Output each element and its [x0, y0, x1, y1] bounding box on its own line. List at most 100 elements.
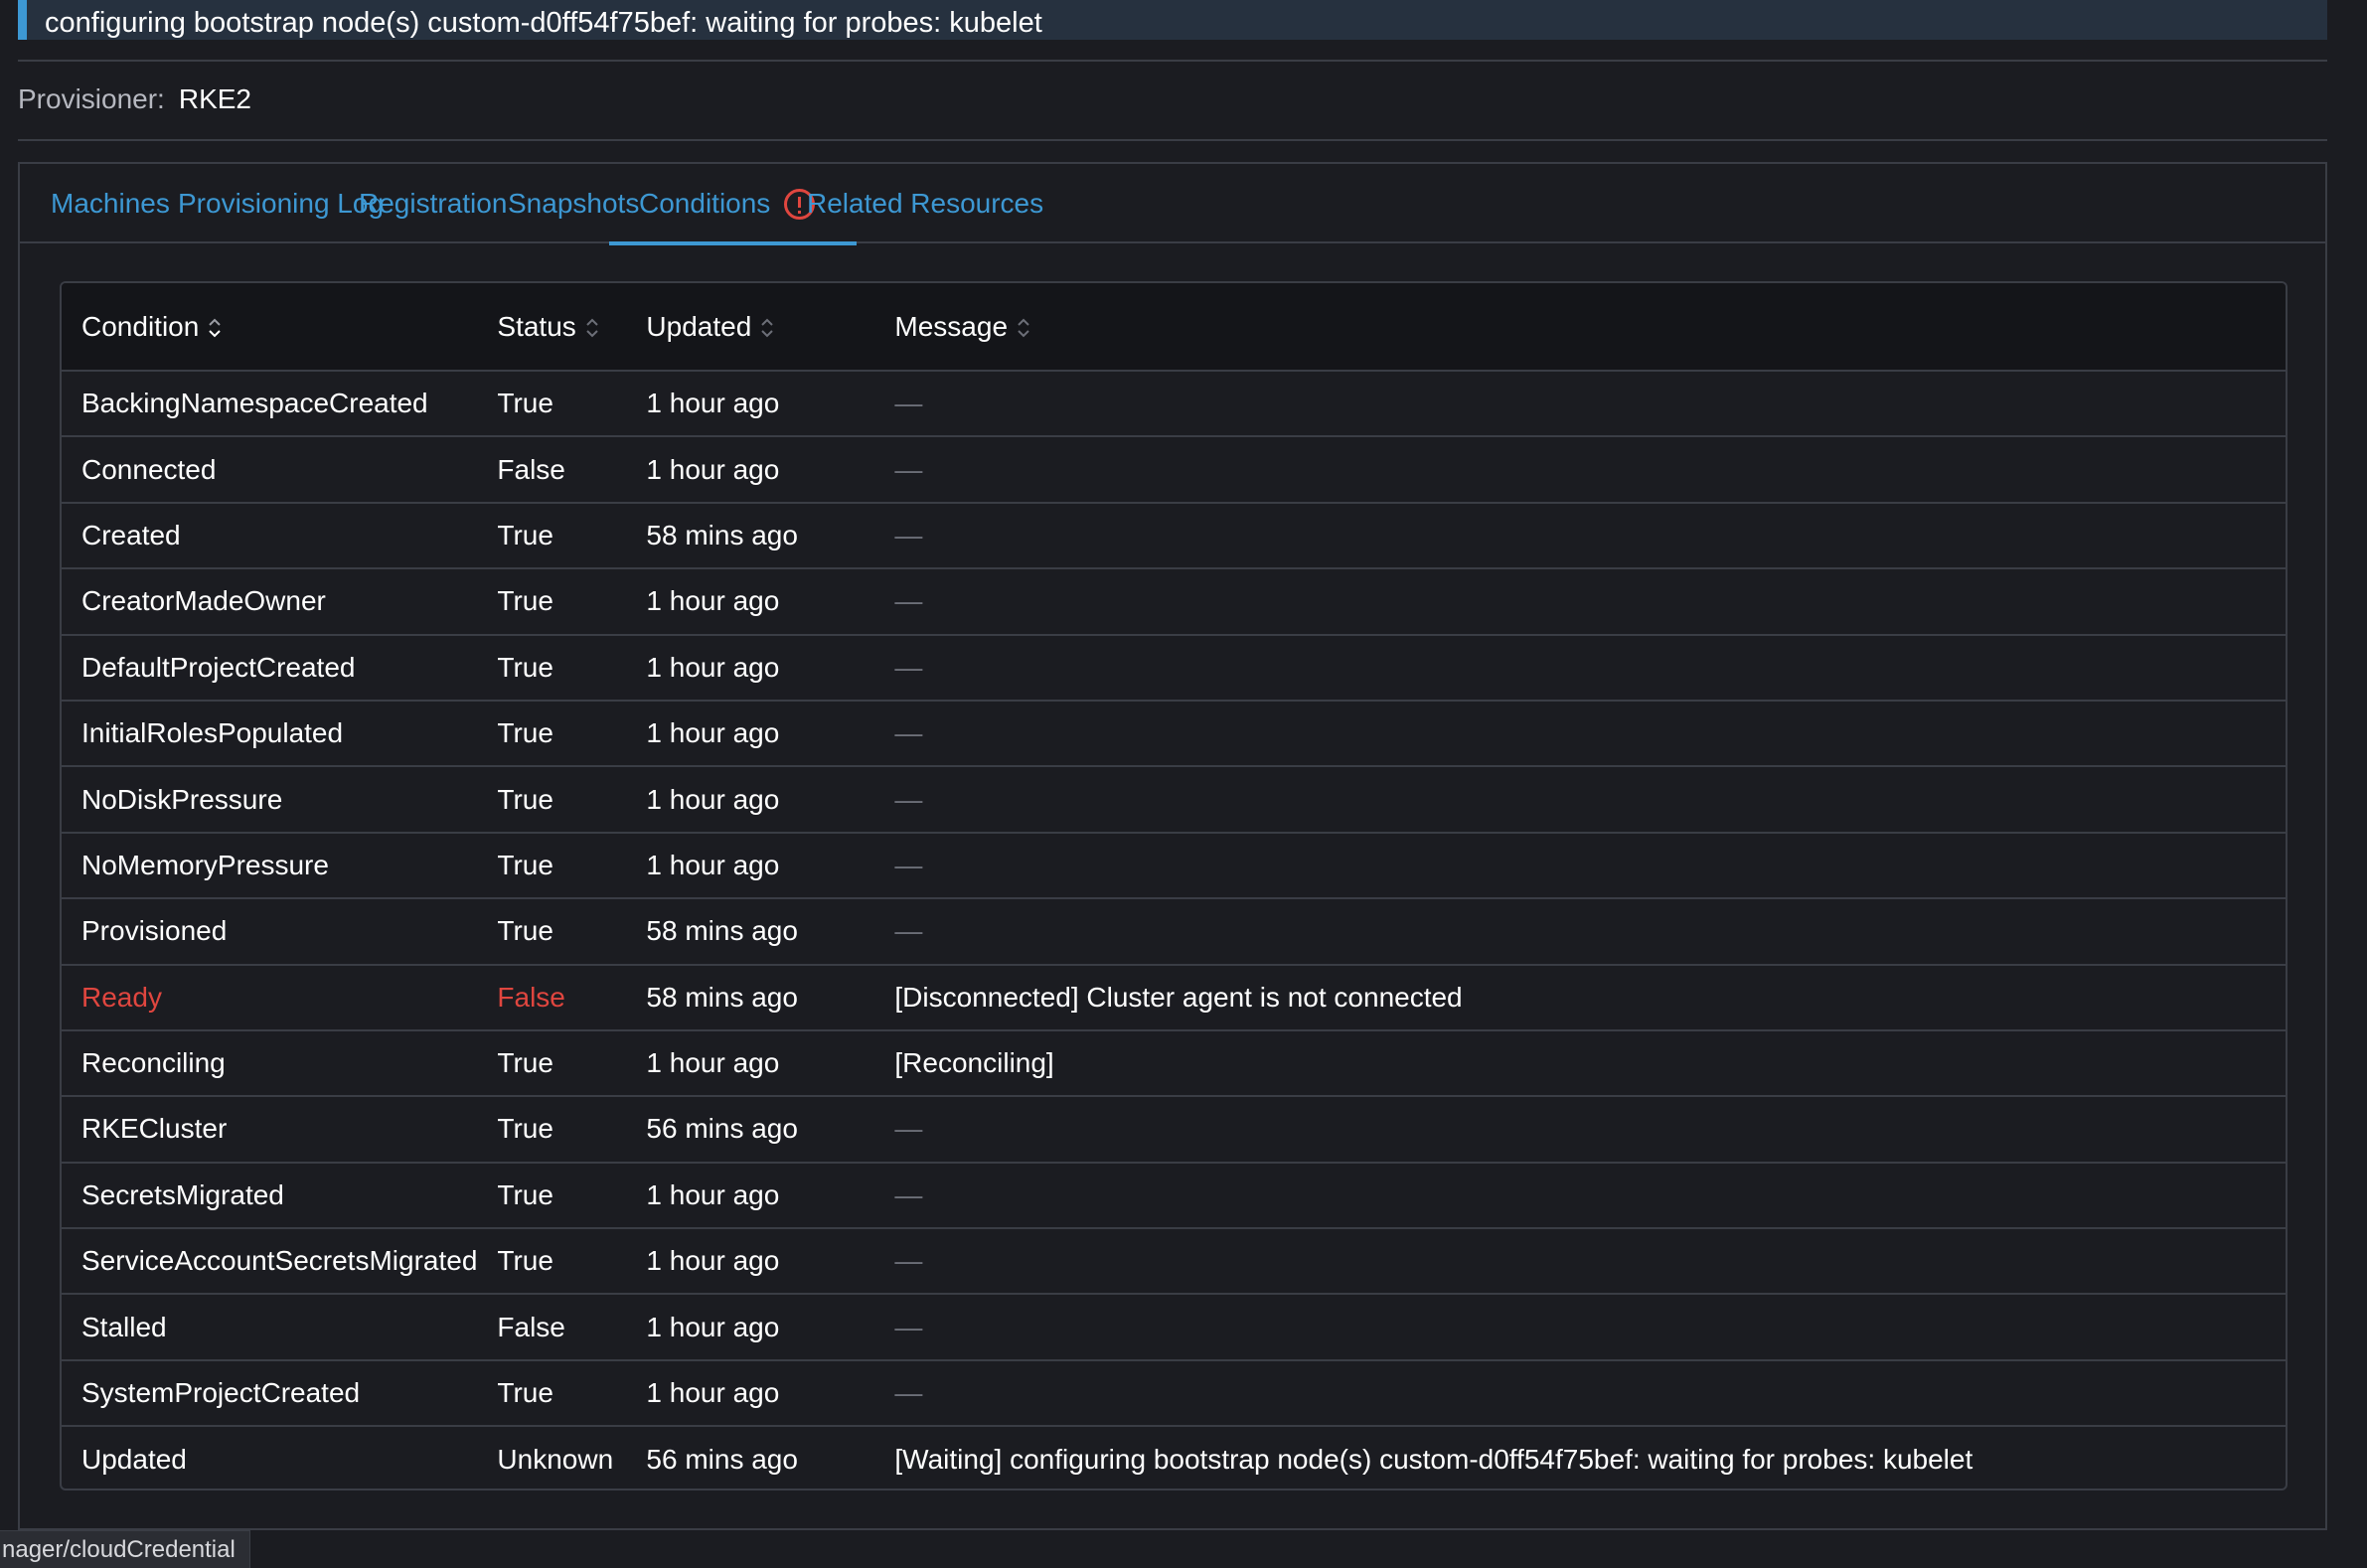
condition-cell: Updated: [81, 1443, 187, 1475]
message-cell: —: [894, 1377, 923, 1409]
column-header-message[interactable]: Message: [874, 283, 2286, 372]
cluster-detail-page: configuring bootstrap node(s) custom-d0f…: [0, 0, 2367, 1568]
updated-cell: 1 hour ago: [646, 1245, 780, 1277]
table-row: NoDiskPressure True 1 hour ago —: [62, 766, 2286, 833]
message-cell: —: [894, 1245, 923, 1277]
status-cell: True: [497, 1113, 553, 1145]
status-cell: True: [497, 1377, 553, 1409]
sort-icon: [209, 318, 222, 338]
status-cell: True: [497, 651, 553, 683]
status-cell: True: [497, 1047, 553, 1079]
status-cell: True: [497, 783, 553, 815]
conditions-table: Condition Status Updated Message Backing…: [60, 281, 2288, 1490]
updated-cell: 1 hour ago: [646, 717, 780, 749]
updated-cell: 58 mins ago: [646, 915, 798, 947]
table-row: SecretsMigrated True 1 hour ago —: [62, 1163, 2286, 1229]
message-cell: —: [894, 1311, 923, 1342]
status-cell: False: [497, 1311, 565, 1342]
table-header-row: Condition Status Updated Message: [62, 283, 2286, 372]
table-row: ServiceAccountSecretsMigrated True 1 hour …: [62, 1228, 2286, 1295]
condition-cell: Created: [81, 519, 181, 550]
message-cell: —: [894, 783, 923, 815]
column-header-status[interactable]: Status: [477, 283, 627, 372]
message-cell: —: [894, 453, 923, 485]
sort-icon: [761, 318, 773, 338]
provisioner-info: Provisioner: RKE2: [18, 79, 251, 119]
provisioner-value: RKE2: [178, 83, 251, 114]
status-cell: True: [497, 585, 553, 617]
tab-label: Registration: [359, 188, 508, 219]
condition-cell: Provisioned: [81, 915, 228, 947]
status-cell: True: [497, 519, 553, 550]
updated-cell: 1 hour ago: [646, 783, 780, 815]
condition-cell: SystemProjectCreated: [81, 1377, 361, 1409]
updated-cell: 1 hour ago: [646, 1311, 780, 1342]
message-cell: —: [894, 388, 923, 419]
provisioner-label: Provisioner:: [18, 83, 165, 114]
updated-cell: 1 hour ago: [646, 1377, 780, 1409]
tab-label: Conditions: [639, 188, 771, 219]
table-row: CreatorMadeOwner True 1 hour ago —: [62, 568, 2286, 635]
tab-related-resources[interactable]: Related Resources: [807, 164, 1043, 243]
updated-cell: 1 hour ago: [646, 585, 780, 617]
updated-cell: 1 hour ago: [646, 453, 780, 485]
link-preview-statusbar: nager/cloudCredential: [0, 1530, 250, 1568]
message-cell: —: [894, 519, 923, 550]
divider: [18, 139, 2327, 141]
condition-cell: DefaultProjectCreated: [81, 651, 356, 683]
sort-icon: [586, 318, 598, 338]
condition-cell: Reconciling: [81, 1047, 226, 1079]
column-header-label: Updated: [646, 310, 752, 342]
updated-cell: 56 mins ago: [646, 1113, 798, 1145]
message-cell: —: [894, 1178, 923, 1210]
updated-cell: 1 hour ago: [646, 849, 780, 880]
condition-cell: ServiceAccountSecretsMigrated: [81, 1245, 478, 1277]
status-cell: True: [497, 717, 553, 749]
table-row: Stalled False 1 hour ago —: [62, 1294, 2286, 1360]
column-header-label: Status: [497, 310, 576, 342]
message-cell: —: [894, 1113, 923, 1145]
tab-registration[interactable]: Registration: [359, 164, 507, 243]
condition-cell: InitialRolesPopulated: [81, 717, 344, 749]
status-cell: False: [497, 981, 565, 1013]
updated-cell: 56 mins ago: [646, 1443, 798, 1475]
updated-cell: 1 hour ago: [646, 1047, 780, 1079]
table-row: Updated Unknown 56 mins ago [Waiting] confi…: [62, 1426, 2286, 1489]
message-cell: —: [894, 585, 923, 617]
table-row: Connected False 1 hour ago —: [62, 436, 2286, 503]
updated-cell: 58 mins ago: [646, 519, 798, 550]
table-row: Provisioned True 58 mins ago —: [62, 898, 2286, 965]
condition-cell: RKECluster: [81, 1113, 228, 1145]
table-row: InitialRolesPopulated True 1 hour ago —: [62, 701, 2286, 767]
status-cell: True: [497, 849, 553, 880]
message-cell: [Waiting] configuring bootstrap node(s) …: [894, 1443, 1973, 1475]
tab-label: Machines: [51, 188, 170, 219]
column-header-condition[interactable]: Condition: [62, 283, 478, 372]
tab-provisioning-log[interactable]: Provisioning Log: [178, 164, 384, 243]
condition-cell: BackingNamespaceCreated: [81, 388, 428, 419]
table-row: Ready False 58 mins ago [Disconnected] Clus…: [62, 965, 2286, 1030]
table-row: Reconciling True 1 hour ago [Reconciling]: [62, 1030, 2286, 1097]
status-cell: True: [497, 1178, 553, 1210]
table-row: RKECluster True 56 mins ago —: [62, 1096, 2286, 1163]
condition-cell: Connected: [81, 453, 217, 485]
message-cell: —: [894, 849, 923, 880]
tab-label: Provisioning Log: [178, 188, 385, 219]
condition-cell: SecretsMigrated: [81, 1178, 284, 1210]
condition-cell: Ready: [81, 981, 162, 1013]
tabbed-panel: Machines Provisioning Log Registration S…: [18, 162, 2327, 1530]
column-header-label: Message: [894, 310, 1009, 342]
status-banner-text: configuring bootstrap node(s) custom-d0f…: [45, 7, 1042, 39]
tab-label: Related Resources: [807, 188, 1044, 219]
tab-conditions[interactable]: Conditions: [608, 164, 858, 245]
sort-icon: [1018, 318, 1029, 338]
table-row: SystemProjectCreated True 1 hour ago —: [62, 1360, 2286, 1427]
message-cell: —: [894, 651, 923, 683]
tab-label: Snapshots: [508, 188, 640, 219]
status-cell: True: [497, 915, 553, 947]
column-header-updated[interactable]: Updated: [626, 283, 875, 372]
table-row: NoMemoryPressure True 1 hour ago —: [62, 833, 2286, 899]
updated-cell: 1 hour ago: [646, 651, 780, 683]
tab-snapshots[interactable]: Snapshots: [508, 164, 639, 243]
tab-machines[interactable]: Machines: [51, 164, 170, 243]
